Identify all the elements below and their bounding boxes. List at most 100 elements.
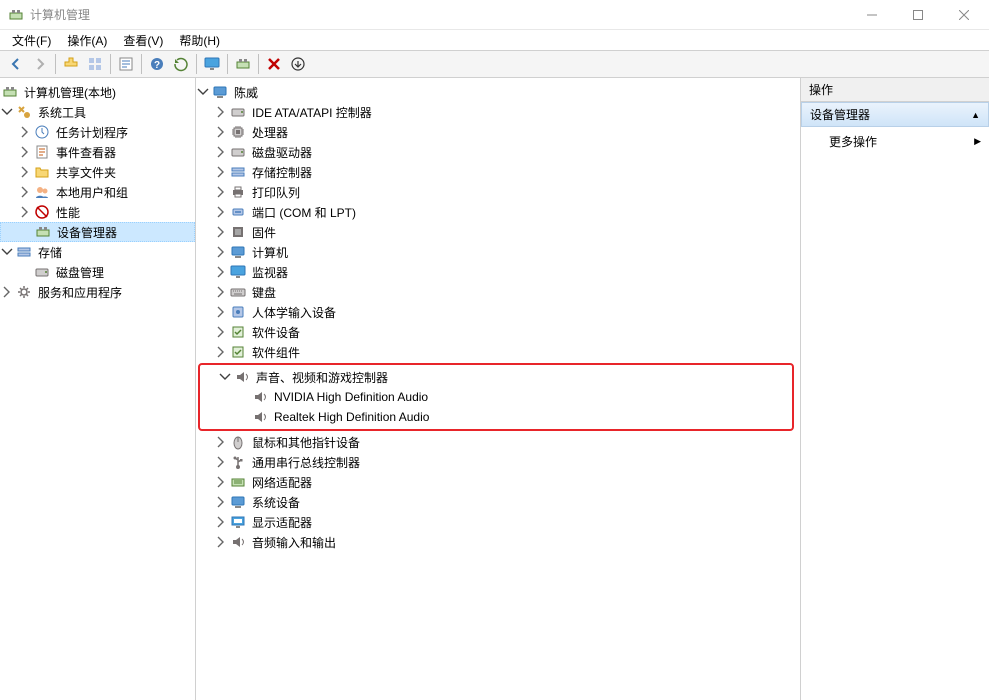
device-keyboards[interactable]: 键盘 xyxy=(196,282,800,302)
device-software-components[interactable]: 软件组件 xyxy=(196,342,800,362)
update-driver-button[interactable] xyxy=(232,53,254,75)
menu-action[interactable]: 操作(A) xyxy=(59,30,115,51)
maximize-button[interactable] xyxy=(895,0,941,30)
network-icon xyxy=(230,474,246,490)
expand-icon[interactable] xyxy=(214,185,228,199)
tree-system-tools[interactable]: 系统工具 xyxy=(0,102,195,122)
device-nvidia-audio[interactable]: NVIDIA High Definition Audio xyxy=(200,387,792,407)
expand-icon[interactable] xyxy=(214,305,228,319)
device-ide-controllers[interactable]: IDE ATA/ATAPI 控制器 xyxy=(196,102,800,122)
show-hide-tree-button[interactable] xyxy=(84,53,106,75)
expand-icon[interactable] xyxy=(18,185,32,199)
collapse-icon[interactable] xyxy=(0,105,14,119)
expand-icon[interactable] xyxy=(214,435,228,449)
device-ports[interactable]: 端口 (COM 和 LPT) xyxy=(196,202,800,222)
device-tree[interactable]: 陈威 IDE ATA/ATAPI 控制器 处理器 磁盘驱动器 存储控制器 打印队… xyxy=(196,78,800,556)
tree-label: 系统设备 xyxy=(250,493,302,512)
menu-help[interactable]: 帮助(H) xyxy=(171,30,228,51)
more-actions[interactable]: 更多操作 ▶ xyxy=(801,127,989,156)
expand-icon[interactable] xyxy=(0,285,14,299)
expand-icon[interactable] xyxy=(214,145,228,159)
tree-label: 软件组件 xyxy=(250,343,302,362)
tree-performance[interactable]: 性能 xyxy=(0,202,195,222)
expand-icon[interactable] xyxy=(214,495,228,509)
tree-shared-folders[interactable]: 共享文件夹 xyxy=(0,162,195,182)
tree-label: 显示适配器 xyxy=(250,513,314,532)
expand-icon[interactable] xyxy=(18,205,32,219)
actions-header: 操作 xyxy=(801,78,989,102)
menu-file[interactable]: 文件(F) xyxy=(4,30,59,51)
expand-icon[interactable] xyxy=(214,205,228,219)
expand-icon[interactable] xyxy=(214,225,228,239)
ide-icon xyxy=(230,104,246,120)
tree-disk-management[interactable]: 磁盘管理 xyxy=(0,262,195,282)
expand-icon[interactable] xyxy=(214,455,228,469)
expand-icon[interactable] xyxy=(214,475,228,489)
expand-icon[interactable] xyxy=(214,165,228,179)
back-button[interactable] xyxy=(5,53,27,75)
tree-event-viewer[interactable]: 事件查看器 xyxy=(0,142,195,162)
uninstall-device-button[interactable] xyxy=(263,53,285,75)
device-system-devices[interactable]: 系统设备 xyxy=(196,492,800,512)
properties-button[interactable] xyxy=(115,53,137,75)
device-realtek-audio[interactable]: Realtek High Definition Audio xyxy=(200,407,792,427)
device-firmware[interactable]: 固件 xyxy=(196,222,800,242)
close-button[interactable] xyxy=(941,0,987,30)
device-computer[interactable]: 计算机 xyxy=(196,242,800,262)
help-button[interactable] xyxy=(146,53,168,75)
device-audio-io[interactable]: 音频输入和输出 xyxy=(196,532,800,552)
expand-icon[interactable] xyxy=(214,245,228,259)
expand-icon[interactable] xyxy=(214,345,228,359)
tree-label: 端口 (COM 和 LPT) xyxy=(250,203,358,222)
tree-label: 磁盘驱动器 xyxy=(250,143,314,162)
device-display-adapters[interactable]: 显示适配器 xyxy=(196,512,800,532)
tree-task-scheduler[interactable]: 任务计划程序 xyxy=(0,122,195,142)
collapse-icon[interactable] xyxy=(218,370,232,384)
expand-icon[interactable] xyxy=(214,125,228,139)
up-button[interactable] xyxy=(60,53,82,75)
minimize-button[interactable] xyxy=(849,0,895,30)
tree-label: 监视器 xyxy=(250,263,290,282)
expand-icon[interactable] xyxy=(214,515,228,529)
device-usb-controllers[interactable]: 通用串行总线控制器 xyxy=(196,452,800,472)
scan-button[interactable] xyxy=(201,53,223,75)
collapse-icon[interactable] xyxy=(196,85,210,99)
device-mice[interactable]: 鼠标和其他指针设备 xyxy=(196,432,800,452)
device-sound-controllers[interactable]: 声音、视频和游戏控制器 xyxy=(200,367,792,387)
device-software-devices[interactable]: 软件设备 xyxy=(196,322,800,342)
expand-icon[interactable] xyxy=(18,165,32,179)
expand-icon[interactable] xyxy=(214,325,228,339)
tree-storage[interactable]: 存储 xyxy=(0,242,195,262)
device-processors[interactable]: 处理器 xyxy=(196,122,800,142)
tree-label: 事件查看器 xyxy=(54,143,118,162)
collapse-icon[interactable] xyxy=(0,245,14,259)
chevron-up-icon: ▲ xyxy=(971,110,980,120)
actions-title-row[interactable]: 设备管理器 ▲ xyxy=(801,102,989,127)
disable-device-button[interactable] xyxy=(287,53,309,75)
device-storage-controllers[interactable]: 存储控制器 xyxy=(196,162,800,182)
forward-button[interactable] xyxy=(29,53,51,75)
expand-icon[interactable] xyxy=(214,265,228,279)
device-disk-drives[interactable]: 磁盘驱动器 xyxy=(196,142,800,162)
refresh-button[interactable] xyxy=(170,53,192,75)
console-tree[interactable]: 计算机管理(本地) 系统工具 任务计划程序 事件查看器 xyxy=(0,78,195,306)
tree-device-manager[interactable]: 设备管理器 xyxy=(0,222,195,242)
more-actions-label: 更多操作 xyxy=(829,133,877,150)
tree-label: 存储控制器 xyxy=(250,163,314,182)
storage-ctrl-icon xyxy=(230,164,246,180)
tree-local-users[interactable]: 本地用户和组 xyxy=(0,182,195,202)
menu-view[interactable]: 查看(V) xyxy=(115,30,171,51)
expand-icon[interactable] xyxy=(214,105,228,119)
expand-icon[interactable] xyxy=(18,145,32,159)
device-print-queues[interactable]: 打印队列 xyxy=(196,182,800,202)
console-tree-pane: 计算机管理(本地) 系统工具 任务计划程序 事件查看器 xyxy=(0,78,196,700)
device-root[interactable]: 陈威 xyxy=(196,82,800,102)
device-network-adapters[interactable]: 网络适配器 xyxy=(196,472,800,492)
tree-services-apps[interactable]: 服务和应用程序 xyxy=(0,282,195,302)
expand-icon[interactable] xyxy=(214,285,228,299)
expand-icon[interactable] xyxy=(214,535,228,549)
device-hid[interactable]: 人体学输入设备 xyxy=(196,302,800,322)
tree-root-computer-management[interactable]: 计算机管理(本地) xyxy=(0,82,195,102)
expand-icon[interactable] xyxy=(18,125,32,139)
device-monitors[interactable]: 监视器 xyxy=(196,262,800,282)
